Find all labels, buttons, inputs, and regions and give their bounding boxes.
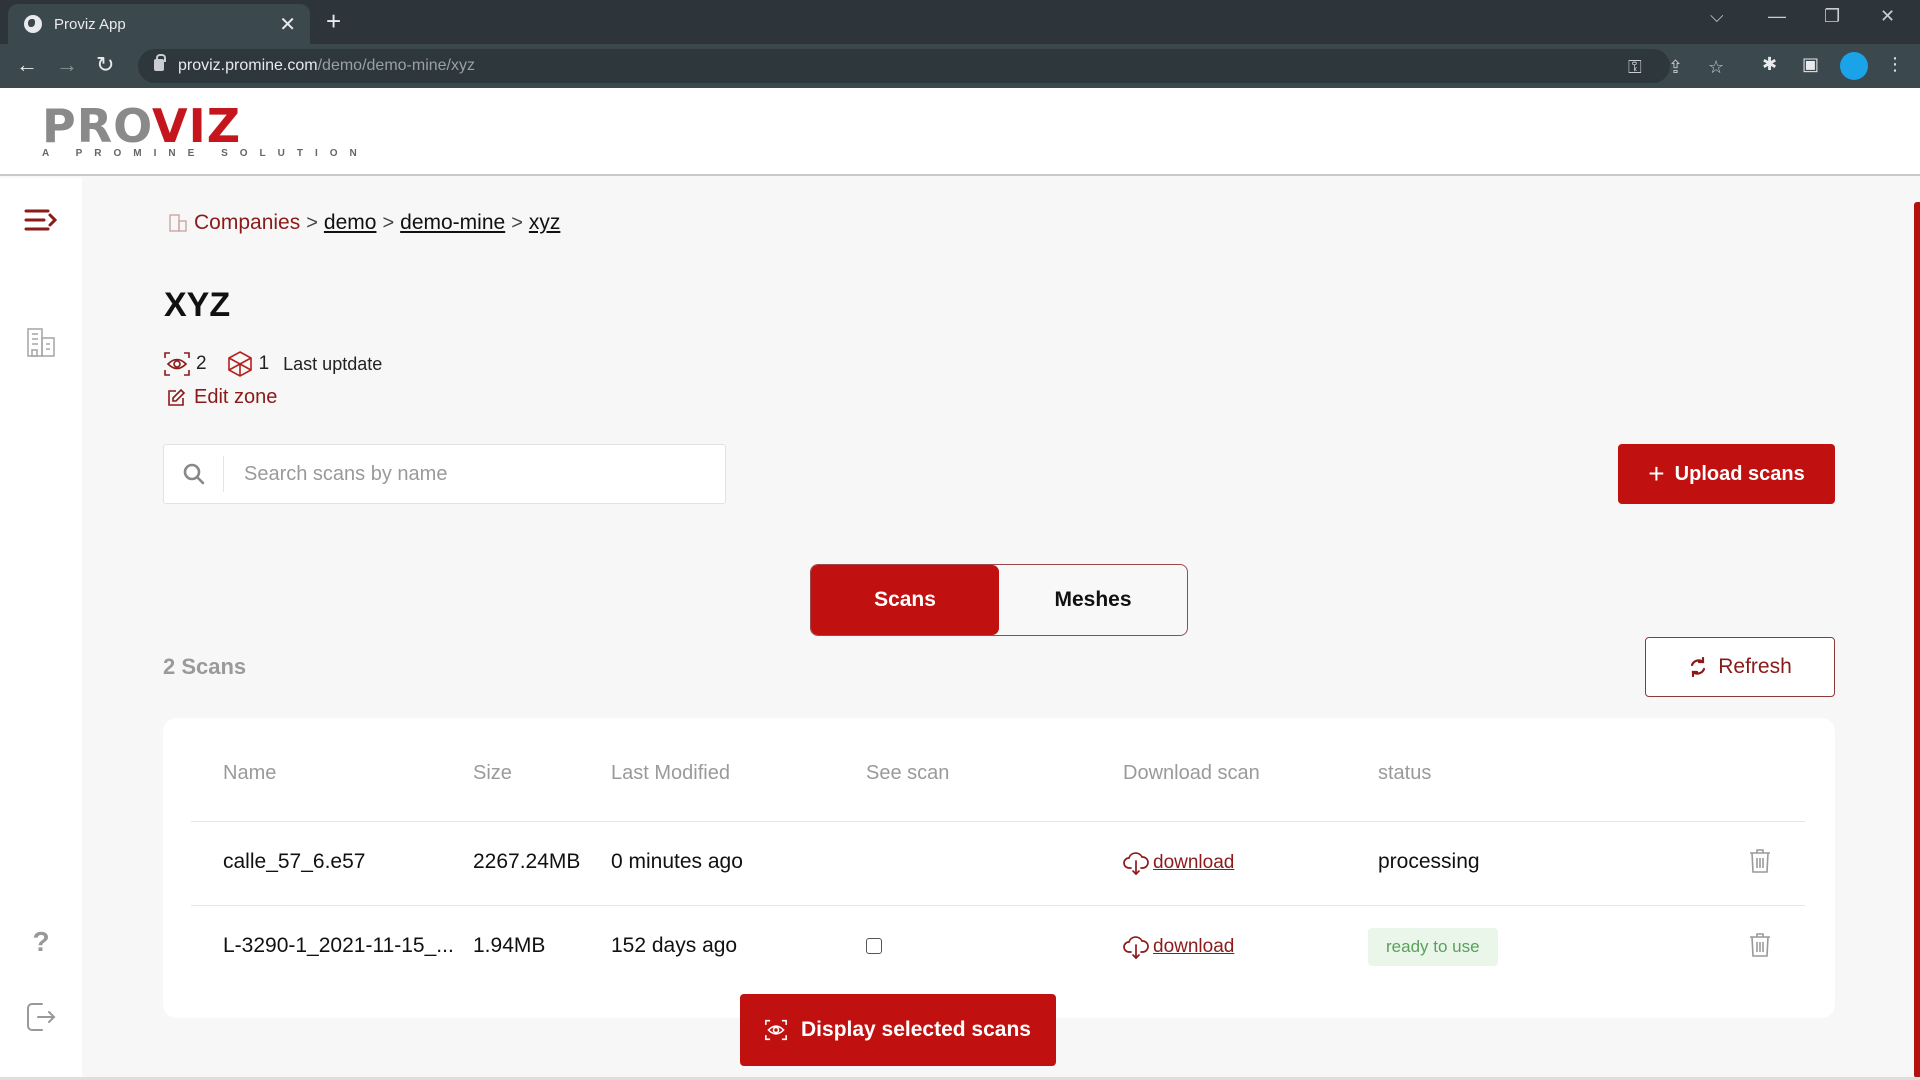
upload-scans-button[interactable]: + Upload scans <box>1618 444 1835 504</box>
extensions-icon[interactable]: ✱ <box>1762 54 1777 75</box>
close-tab-icon[interactable]: ✕ <box>279 12 296 37</box>
scan-eye-icon <box>164 352 190 376</box>
profile-avatar[interactable] <box>1840 52 1868 80</box>
address-bar: ← → ↻ proviz.promine.com/demo/demo-mine/… <box>0 44 1920 88</box>
column-header-see-scan: See scan <box>866 762 950 784</box>
delete-icon[interactable] <box>1749 932 1771 963</box>
page-title: XYZ <box>164 286 231 324</box>
column-header-name[interactable]: Name <box>223 762 276 785</box>
column-header-status[interactable]: status <box>1378 762 1431 785</box>
browser-tab-bar: Proviz App ✕ + ⌵ — ❐ ✕ <box>0 0 1920 44</box>
cloud-download-icon <box>1123 852 1149 876</box>
globe-icon <box>24 15 42 33</box>
column-header-size[interactable]: Size <box>473 762 512 785</box>
url-path: /demo/demo-mine/xyz <box>317 57 475 74</box>
download-link[interactable]: download <box>1123 934 1234 960</box>
scan-size: 2267.24MB <box>473 850 581 873</box>
breadcrumb: Companies > demo > demo-mine > xyz <box>168 211 560 235</box>
scan-name: L-3290-1_2021-11-15_... <box>223 934 454 957</box>
breadcrumb-separator: > <box>306 211 318 234</box>
scan-modified: 0 minutes ago <box>611 850 743 873</box>
scan-count: 2 <box>196 353 207 374</box>
download-link[interactable]: download <box>1123 850 1234 876</box>
search-box <box>163 444 726 504</box>
scan-modified: 152 days ago <box>611 934 738 957</box>
logo-tagline: A PROMINE SOLUTION <box>42 148 369 159</box>
search-input[interactable] <box>224 462 704 486</box>
breadcrumb-separator: > <box>511 211 523 234</box>
breadcrumb-xyz[interactable]: xyz <box>529 211 561 235</box>
tab-search-icon[interactable]: ⌵ <box>1710 6 1724 27</box>
back-icon[interactable]: ← <box>16 52 38 78</box>
url-host: proviz.promine.com <box>178 57 318 74</box>
tab-title: Proviz App <box>54 15 126 33</box>
display-selected-scans-button[interactable]: Display selected scans <box>740 994 1056 1066</box>
zone-stats: 2 1 Last uptdate <box>164 351 382 377</box>
breadcrumb-demo[interactable]: demo <box>324 211 377 235</box>
breadcrumb-companies[interactable]: Companies <box>194 211 300 235</box>
app-header: PROVIZ A PROMINE SOLUTION <box>0 88 1920 176</box>
last-update-label: Last uptdate <box>283 353 383 374</box>
share-icon[interactable]: ⇪ <box>1668 57 1683 78</box>
cloud-download-icon <box>1123 936 1149 960</box>
menu-icon[interactable]: ⋮ <box>1886 54 1904 75</box>
display-selected-label: Display selected scans <box>801 1018 1031 1041</box>
column-header-last-modified[interactable]: Last Modified <box>611 762 730 785</box>
browser-tab[interactable]: Proviz App ✕ <box>8 4 310 44</box>
companies-icon[interactable] <box>0 326 82 358</box>
see-scan-checkbox[interactable] <box>866 938 882 954</box>
help-icon[interactable]: ? <box>0 926 82 958</box>
main-content: Companies > demo > demo-mine > xyz XYZ 2… <box>82 178 1920 1080</box>
edit-icon <box>168 388 186 406</box>
minimize-icon[interactable]: — <box>1768 6 1786 27</box>
key-icon[interactable]: ⚿ <box>1628 57 1642 78</box>
star-icon[interactable]: ☆ <box>1708 57 1724 78</box>
edit-zone-link[interactable]: Edit zone <box>166 386 277 409</box>
url-field[interactable]: proviz.promine.com/demo/demo-mine/xyz ⚿ … <box>138 49 1724 83</box>
mesh-count: 1 <box>258 353 270 374</box>
logo-pro: PRO <box>42 99 153 153</box>
refresh-button[interactable]: Refresh <box>1645 637 1835 697</box>
close-window-icon[interactable]: ✕ <box>1880 6 1895 27</box>
download-label: download <box>1153 936 1235 957</box>
scan-eye-icon <box>765 1019 787 1041</box>
restore-icon[interactable]: ❐ <box>1824 6 1840 27</box>
companies-breadcrumb-icon <box>169 214 187 232</box>
table-row: calle_57_6.e57 2267.24MB 0 minutes ago d… <box>191 822 1805 906</box>
menu-expand-icon[interactable] <box>0 208 82 232</box>
tab-meshes[interactable]: Meshes <box>999 565 1187 635</box>
logo-viz: VIZ <box>152 99 242 153</box>
status-text: processing <box>1378 850 1480 873</box>
sidepanel-icon[interactable]: ▣ <box>1802 54 1819 75</box>
column-header-download: Download scan <box>1123 762 1260 784</box>
status-badge: ready to use <box>1368 928 1498 966</box>
scan-size: 1.94MB <box>473 934 546 957</box>
refresh-label: Refresh <box>1718 655 1792 678</box>
forward-icon[interactable]: → <box>56 52 78 78</box>
table-header: Name Size Last Modified See scan Downloa… <box>191 718 1805 822</box>
sidebar: ? <box>0 178 82 1080</box>
table-row: L-3290-1_2021-11-15_... 1.94MB 152 days … <box>191 906 1805 990</box>
breadcrumb-demo-mine[interactable]: demo-mine <box>400 211 505 235</box>
upload-scans-label: Upload scans <box>1674 462 1805 485</box>
search-icon <box>164 456 224 492</box>
scrollbar[interactable] <box>1914 202 1920 1078</box>
scan-name: calle_57_6.e57 <box>223 850 366 873</box>
download-label: download <box>1153 852 1235 873</box>
lock-icon <box>154 54 166 71</box>
new-tab-icon[interactable]: + <box>326 6 341 37</box>
mesh-icon <box>227 351 252 377</box>
reload-icon[interactable]: ↻ <box>96 52 114 78</box>
view-tabs: Scans Meshes <box>810 564 1188 636</box>
delete-icon[interactable] <box>1749 848 1771 879</box>
breadcrumb-separator: > <box>382 211 395 234</box>
scan-count-heading: 2 Scans <box>163 654 247 679</box>
logout-icon[interactable] <box>0 1000 82 1034</box>
edit-zone-label: Edit zone <box>194 386 278 408</box>
tab-scans[interactable]: Scans <box>811 565 999 635</box>
refresh-icon <box>1691 657 1706 677</box>
plus-icon: + <box>1648 458 1665 489</box>
proviz-logo[interactable]: PROVIZ A PROMINE SOLUTION <box>42 103 369 159</box>
scans-table: Name Size Last Modified See scan Downloa… <box>163 718 1835 1018</box>
